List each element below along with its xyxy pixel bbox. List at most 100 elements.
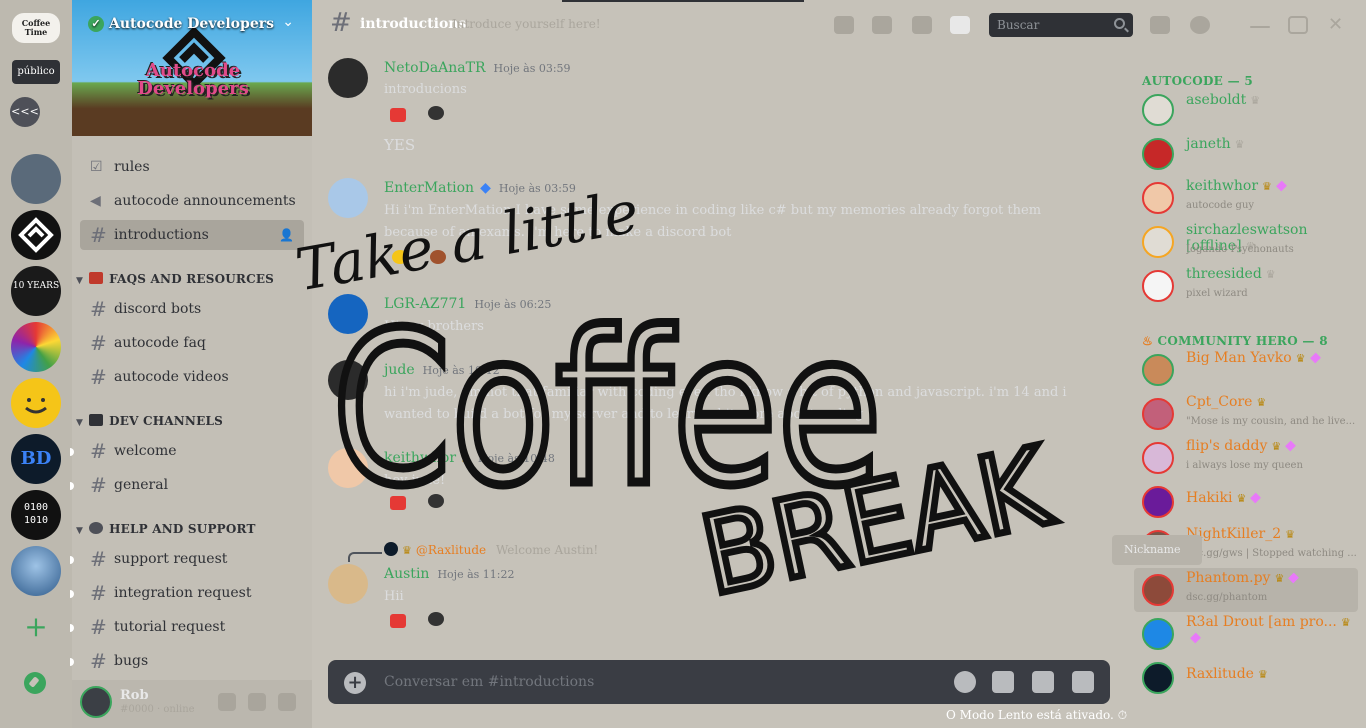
member-item[interactable]: threesided ♛ pixel wizard xyxy=(1134,264,1358,308)
help-icon[interactable] xyxy=(1190,16,1210,34)
microphone-icon[interactable] xyxy=(218,693,236,711)
channel-introductions[interactable]: # introductions 👤 xyxy=(80,220,304,250)
channel-sidebar: Autocode Developers ✓ Autocode Developers… xyxy=(70,0,312,728)
avatar xyxy=(1142,662,1174,694)
message-author[interactable]: NetoDaAnaTR Hoje às 03:59 xyxy=(384,60,571,76)
hundred-reaction-icon[interactable] xyxy=(390,496,406,510)
fire-icon: ♨ xyxy=(1142,334,1158,348)
pin-icon[interactable] xyxy=(912,16,932,34)
server-icon-rainbow[interactable] xyxy=(11,322,61,372)
member-item[interactable]: sirchazleswatson [offline] ♛ Jogando Psyc… xyxy=(1134,220,1358,264)
server-icon-bd[interactable]: BD xyxy=(11,434,61,484)
member-item[interactable]: Phantom.py ♛ dsc.gg/phantom xyxy=(1134,568,1358,612)
member-item[interactable]: janeth ♛ xyxy=(1134,132,1358,176)
reply-preview[interactable]: ♛ @Raxlitude Welcome Austin! xyxy=(384,542,598,557)
category-help-support[interactable]: ▼ HELP AND SUPPORT xyxy=(76,522,256,536)
channel-general[interactable]: # general xyxy=(70,470,304,500)
message-author[interactable]: Austin Hoje às 11:22 xyxy=(384,566,514,582)
server-banner[interactable]: Autocode Developers ✓ Autocode Developers… xyxy=(72,0,312,136)
minimize-icon[interactable] xyxy=(1250,26,1270,28)
emoji-reaction-icon[interactable] xyxy=(428,612,444,626)
timestamp: Hoje às 10:12 xyxy=(422,364,500,377)
message-text: introducions xyxy=(384,82,467,97)
channel-rules[interactable]: ☑ rules xyxy=(80,152,304,182)
avatar[interactable] xyxy=(328,294,368,334)
server-icon-landscape[interactable] xyxy=(11,154,61,204)
avatar[interactable] xyxy=(328,58,368,98)
emoji-icon[interactable] xyxy=(954,671,976,693)
member-item[interactable]: Hakiki ♛ xyxy=(1134,480,1358,524)
emoji-reaction-icon[interactable] xyxy=(430,250,446,264)
avatar[interactable] xyxy=(328,564,368,604)
emoji-reaction-icon[interactable] xyxy=(428,494,444,508)
category-label: HELP AND SUPPORT xyxy=(109,522,256,536)
timestamp: Hoje às 03:59 xyxy=(493,62,571,75)
channel-discord-bots[interactable]: # discord bots xyxy=(80,294,304,324)
search-input[interactable]: Buscar xyxy=(989,13,1133,37)
chevron-down-icon[interactable]: ⌄ xyxy=(282,14,294,30)
member-item[interactable]: Raxlitude ♛ xyxy=(1134,656,1358,700)
channel-autocode-faq[interactable]: # autocode faq xyxy=(80,328,304,358)
member-item[interactable]: Cpt_Core ♛ "Mose is my cousin, and he liv… xyxy=(1134,392,1358,436)
member-item[interactable]: Big Man Yavko ♛ xyxy=(1134,348,1358,392)
explore-icon[interactable] xyxy=(24,672,46,694)
channel-autocode-announcements[interactable]: ◀ autocode announcements xyxy=(80,186,304,216)
headphones-icon[interactable] xyxy=(248,693,266,711)
channel-bugs[interactable]: # bugs xyxy=(70,646,304,676)
member-item[interactable]: flip's daddy ♛ i always lose my queen xyxy=(1134,436,1358,480)
message-author[interactable]: jude Hoje às 10:12 xyxy=(384,362,500,378)
channel-integration-request[interactable]: # integration request xyxy=(70,578,304,608)
avatar xyxy=(1142,486,1174,518)
message-author[interactable]: EnterMation ◆ Hoje às 03:59 xyxy=(384,180,576,196)
avatar[interactable] xyxy=(328,448,368,488)
message-composer: + Conversar em #introductions xyxy=(328,660,1110,704)
gear-icon[interactable] xyxy=(278,693,296,711)
invite-icon[interactable]: 👤 xyxy=(279,220,294,250)
category-faqs[interactable]: ▼ FAQS AND RESOURCES xyxy=(76,272,274,286)
hash-icon: # xyxy=(90,473,107,497)
avatar xyxy=(1142,354,1174,386)
avatar[interactable] xyxy=(328,178,368,218)
inbox-icon[interactable] xyxy=(1150,16,1170,34)
image-icon[interactable] xyxy=(992,671,1014,693)
emoji-reaction-icon[interactable] xyxy=(428,106,444,120)
close-icon[interactable]: ✕ xyxy=(1328,16,1348,34)
server-icon-smiley[interactable] xyxy=(11,378,61,428)
speaker-icon[interactable] xyxy=(1072,671,1094,693)
channel-autocode-videos[interactable]: # autocode videos xyxy=(80,362,304,392)
server-icon-10-years[interactable]: 10 YEARS xyxy=(11,266,61,316)
wave-reaction-icon[interactable] xyxy=(392,250,408,264)
add-server-button[interactable]: + xyxy=(20,612,52,644)
flag-reaction-icon[interactable] xyxy=(390,614,406,628)
members-icon[interactable] xyxy=(950,16,970,34)
avatar[interactable] xyxy=(80,686,112,718)
member-item[interactable]: R3al Drout [am pro... ♛ xyxy=(1134,612,1358,656)
collapse-button[interactable]: <<< xyxy=(10,97,40,127)
channel-support-request[interactable]: # support request xyxy=(70,544,304,574)
channel-welcome[interactable]: # welcome xyxy=(70,436,304,466)
bell-icon[interactable] xyxy=(872,16,892,34)
autocode-logo-icon xyxy=(18,217,54,253)
smiley-icon xyxy=(25,398,47,414)
member-item[interactable]: keithwhor ♛ autocode guy xyxy=(1134,176,1358,220)
maximize-icon[interactable] xyxy=(1288,16,1308,34)
avatar[interactable] xyxy=(328,360,368,400)
brand-logo[interactable]: Coffee Time xyxy=(12,13,60,43)
book-icon xyxy=(89,272,104,284)
message-author[interactable]: LGR-AZ771 Hoje às 06:25 xyxy=(384,296,551,312)
attach-button[interactable]: + xyxy=(344,672,366,694)
message-input[interactable]: Conversar em #introductions xyxy=(384,674,594,690)
channel-tutorial-request[interactable]: # tutorial request xyxy=(70,612,304,642)
server-icon-autocode[interactable] xyxy=(11,210,61,260)
hash-icon: # xyxy=(90,615,107,639)
flag-reaction-icon[interactable] xyxy=(390,108,406,122)
server-icon-profile[interactable] xyxy=(11,546,61,596)
gif-icon[interactable] xyxy=(1032,671,1054,693)
server-icon-binary[interactable]: 0100 1010 xyxy=(11,490,61,540)
channel-topic[interactable]: Introduce yourself here! xyxy=(452,17,601,31)
threads-icon[interactable] xyxy=(834,16,854,34)
member-item[interactable]: aseboldt ♛ xyxy=(1134,88,1358,132)
category-dev-channels[interactable]: ▼ DEV CHANNELS xyxy=(76,414,223,428)
server-name[interactable]: ✓ Autocode Developers xyxy=(88,16,274,32)
message-author[interactable]: keithwhor ♛ Hoje às 10:48 xyxy=(384,450,555,466)
